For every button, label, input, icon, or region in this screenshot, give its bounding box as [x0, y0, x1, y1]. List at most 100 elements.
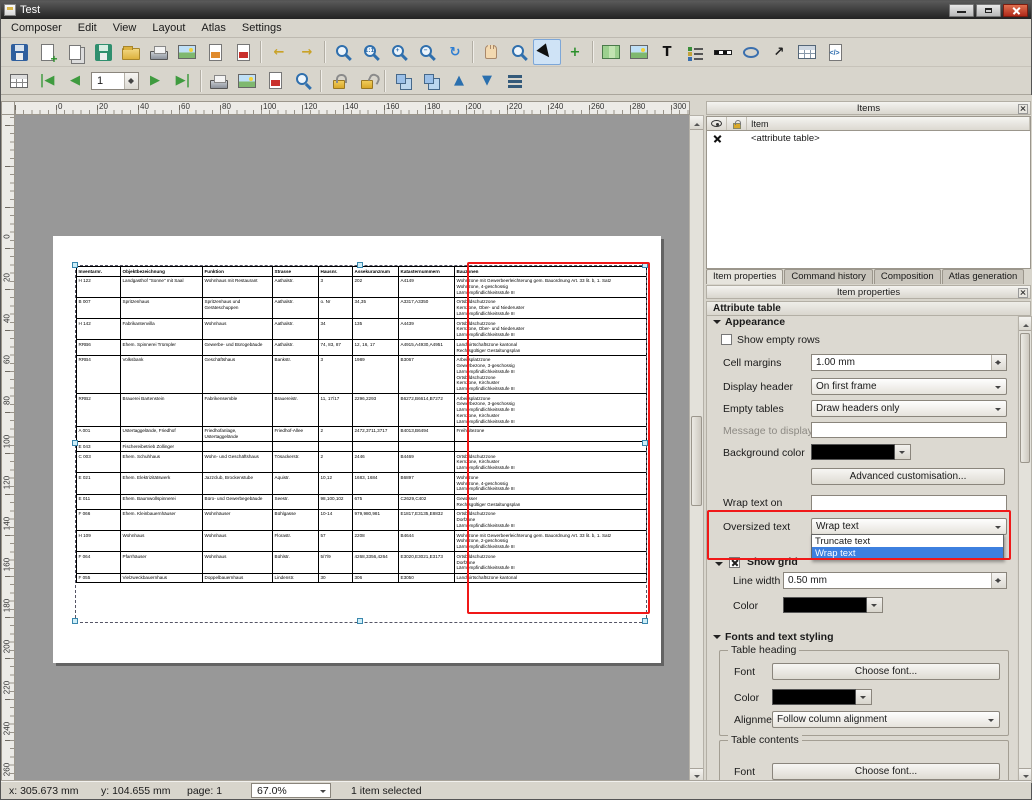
menu-item-composer[interactable]: Composer	[3, 20, 70, 36]
duplicate-composition-button[interactable]	[61, 39, 89, 65]
zoom-full-button[interactable]	[329, 39, 357, 65]
chevron-down-icon[interactable]	[895, 444, 911, 460]
next-feature-button[interactable]: ▶	[141, 68, 169, 94]
first-feature-button[interactable]: |◀	[33, 68, 61, 94]
selection-handle[interactable]	[357, 618, 363, 624]
add-scalebar-button[interactable]	[709, 39, 737, 65]
background-color-button[interactable]	[811, 444, 911, 460]
zoom-level-combobox[interactable]: 67.0%	[251, 783, 331, 798]
collapse-arrow-icon[interactable]	[713, 320, 721, 328]
spin-arrows-icon[interactable]	[124, 73, 138, 89]
spin-arrows-icon[interactable]	[991, 355, 1006, 370]
select-move-item-button[interactable]	[533, 39, 561, 65]
move-item-content-button[interactable]: +	[561, 39, 589, 65]
add-legend-button[interactable]	[681, 39, 709, 65]
close-button[interactable]	[1003, 4, 1028, 17]
atlas-feature-spinbox[interactable]: 1	[91, 72, 139, 90]
menu-item-settings[interactable]: Settings	[234, 20, 290, 36]
show-grid-checkbox[interactable]	[729, 557, 740, 568]
advanced-customisation-button[interactable]: Advanced customisation...	[811, 468, 1005, 485]
line-width-spinbox[interactable]: 0.50 mm	[783, 572, 1007, 589]
print-composition-button[interactable]	[145, 39, 173, 65]
refresh-view-button[interactable]: ↻	[441, 39, 469, 65]
menu-item-edit[interactable]: Edit	[70, 20, 105, 36]
minimize-button[interactable]	[949, 4, 974, 17]
heading-choose-font-button[interactable]: Choose font...	[772, 663, 1000, 680]
properties-scrollbar-thumb[interactable]	[1020, 333, 1030, 463]
redo-button[interactable]: →	[293, 39, 321, 65]
scroll-down-icon[interactable]	[690, 768, 703, 782]
canvas-vertical-scrollbar[interactable]	[689, 115, 704, 783]
ungroup-items-button[interactable]	[417, 68, 445, 94]
export-pdf-button[interactable]	[229, 39, 257, 65]
contents-choose-font-button[interactable]: Choose font...	[772, 763, 1000, 780]
atlas-settings-button[interactable]	[289, 68, 317, 94]
zoom-out-button[interactable]	[413, 39, 441, 65]
collapse-arrow-icon[interactable]	[715, 562, 723, 570]
attribute-table-item[interactable]: Inventarnr.ObjektbezeichnungFunktionStra…	[76, 266, 646, 583]
raise-items-button[interactable]: ▲	[445, 68, 473, 94]
add-image-button[interactable]	[625, 39, 653, 65]
preview-atlas-button[interactable]	[5, 68, 33, 94]
menu-item-layout[interactable]: Layout	[144, 20, 193, 36]
wrap-text-on-field[interactable]	[811, 495, 1007, 511]
cell-margins-spinbox[interactable]: 1.00 mm	[811, 354, 1007, 371]
selection-handle[interactable]	[642, 618, 648, 624]
dropdown-option[interactable]: Wrap text	[812, 547, 1003, 559]
add-label-button[interactable]: T	[653, 39, 681, 65]
display-header-combobox[interactable]: On first frame	[811, 378, 1007, 395]
add-map-button[interactable]	[597, 39, 625, 65]
export-atlas-image-button[interactable]	[233, 68, 261, 94]
canvas-scrollbar-thumb[interactable]	[691, 416, 702, 506]
dropdown-option[interactable]: Truncate text	[812, 535, 1003, 547]
tab-atlas-generation[interactable]: Atlas generation	[942, 269, 1025, 284]
menu-item-view[interactable]: View	[105, 20, 145, 36]
undo-button[interactable]: ←	[265, 39, 293, 65]
zoom-region-button[interactable]	[505, 39, 533, 65]
tab-item-properties[interactable]: Item properties	[706, 269, 783, 284]
group-items-button[interactable]	[389, 68, 417, 94]
add-arrow-button[interactable]: ↗	[765, 39, 793, 65]
items-panel-close-icon[interactable]	[1018, 104, 1028, 114]
grid-color-button[interactable]	[783, 597, 883, 613]
chevron-down-icon[interactable]	[856, 689, 872, 705]
maximize-button[interactable]	[976, 4, 1001, 17]
export-svg-button[interactable]	[201, 39, 229, 65]
item-properties-close-icon[interactable]	[1018, 288, 1028, 298]
empty-tables-combobox[interactable]: Draw headers only	[811, 400, 1007, 417]
composer-canvas[interactable]: Inventarnr.ObjektbezeichnungFunktionStra…	[15, 115, 689, 783]
menu-item-atlas[interactable]: Atlas	[193, 20, 233, 36]
print-atlas-button[interactable]	[205, 68, 233, 94]
spin-arrows-icon[interactable]	[991, 573, 1006, 588]
lock-items-button[interactable]	[325, 68, 353, 94]
collapse-arrow-icon[interactable]	[713, 635, 721, 643]
chevron-down-icon[interactable]	[867, 597, 883, 613]
load-template-button[interactable]	[117, 39, 145, 65]
properties-scrollbar[interactable]	[1018, 316, 1032, 783]
zoom-in-button[interactable]	[385, 39, 413, 65]
unlock-items-button[interactable]	[353, 68, 381, 94]
heading-color-button[interactable]	[772, 689, 872, 705]
selection-handle[interactable]	[72, 618, 78, 624]
last-feature-button[interactable]: ▶|	[169, 68, 197, 94]
tab-composition[interactable]: Composition	[874, 269, 941, 284]
scroll-down-icon[interactable]	[1019, 768, 1031, 782]
save-project-button[interactable]	[5, 39, 33, 65]
alignment-combobox[interactable]: Follow column alignment	[772, 711, 1000, 728]
add-attribute-table-button[interactable]	[793, 39, 821, 65]
tab-command-history[interactable]: Command history	[784, 269, 872, 284]
export-image-button[interactable]	[173, 39, 201, 65]
scroll-up-icon[interactable]	[690, 116, 703, 130]
lower-items-button[interactable]: ▼	[473, 68, 501, 94]
items-list-row[interactable]: <attribute table>	[707, 131, 1030, 146]
oversized-text-combobox[interactable]: Wrap text	[811, 518, 1007, 535]
add-html-frame-button[interactable]	[821, 39, 849, 65]
save-as-template-button[interactable]	[89, 39, 117, 65]
add-shape-button[interactable]	[737, 39, 765, 65]
zoom-actual-button[interactable]	[357, 39, 385, 65]
export-atlas-pdf-button[interactable]	[261, 68, 289, 94]
new-composition-button[interactable]	[33, 39, 61, 65]
align-items-button[interactable]	[501, 68, 529, 94]
show-empty-rows-checkbox[interactable]	[721, 334, 732, 345]
pan-button[interactable]	[477, 39, 505, 65]
